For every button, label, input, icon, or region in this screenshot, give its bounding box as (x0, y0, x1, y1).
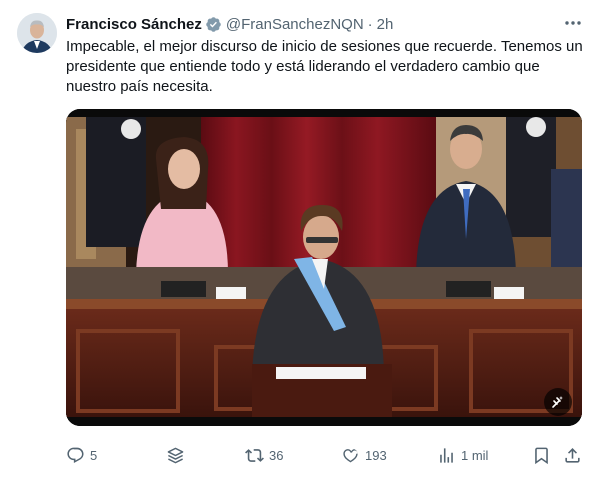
expand-icon (552, 396, 563, 408)
more-options-icon[interactable] (560, 13, 586, 33)
views-button[interactable]: 1 mil (437, 440, 488, 470)
author-handle[interactable]: @FranSanchezNQN (226, 16, 364, 33)
like-count: 193 (365, 447, 387, 463)
separator-dot: · (367, 15, 373, 33)
reply-count: 5 (90, 447, 98, 463)
views-count: 1 mil (461, 447, 489, 463)
bookmark-icon (535, 447, 548, 464)
tweet-text: Impecable, el mejor discurso de inicio d… (66, 38, 583, 95)
verified-badge-icon (205, 16, 222, 33)
layers-icon (167, 447, 184, 463)
bookmark-button[interactable] (532, 440, 551, 470)
heart-icon (343, 448, 358, 462)
share-icon (565, 447, 580, 463)
tweet: Francisco Sánchez @FranSanchezNQN · 2h I… (0, 0, 601, 487)
video-frame (66, 109, 582, 426)
action-bar: 5 36 193 1 mil (62, 440, 590, 470)
retweet-icon (245, 448, 264, 462)
timestamp[interactable]: 2h (377, 16, 394, 33)
like-button[interactable]: 193 (341, 440, 387, 470)
views-chart-icon (440, 447, 453, 463)
retweet-button[interactable]: 36 (245, 440, 283, 470)
reply-icon (67, 447, 84, 463)
grok-button[interactable] (166, 440, 185, 470)
reply-button[interactable]: 5 (66, 440, 97, 470)
avatar[interactable] (17, 13, 57, 53)
author-name[interactable]: Francisco Sánchez (66, 16, 202, 33)
retweet-count: 36 (269, 447, 284, 463)
tweet-header: Francisco Sánchez @FranSanchezNQN · 2h (66, 14, 393, 34)
expand-video-button[interactable] (544, 388, 572, 416)
video-media[interactable] (66, 109, 582, 426)
share-button[interactable] (563, 440, 582, 470)
